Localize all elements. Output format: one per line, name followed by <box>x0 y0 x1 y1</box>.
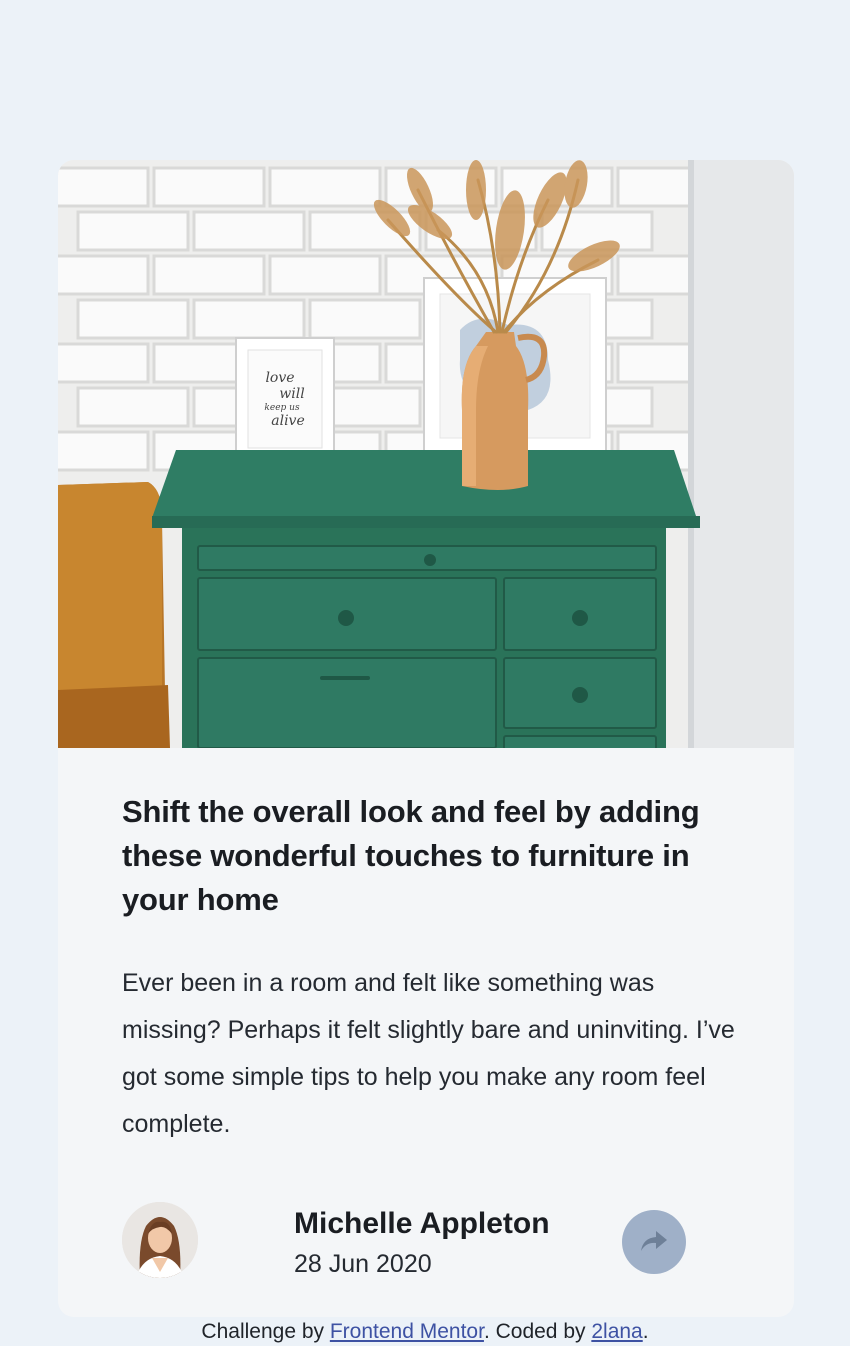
article-card: love will keep us alive Shift the overal… <box>58 160 794 1317</box>
share-button[interactable] <box>622 1210 686 1274</box>
publish-date: 28 Jun 2020 <box>294 1250 432 1278</box>
svg-text:alive: alive <box>271 413 305 429</box>
hero-image: love will keep us alive <box>58 160 794 748</box>
frontend-mentor-link[interactable]: Frontend Mentor <box>330 1320 484 1343</box>
share-icon <box>640 1229 668 1256</box>
author-avatar <box>122 1202 198 1278</box>
author-link[interactable]: 2lana <box>591 1320 642 1343</box>
svg-text:keep us: keep us <box>264 403 300 413</box>
article-description: Ever been in a room and felt like someth… <box>122 969 735 1138</box>
article-content: Shift the overall look and feel by addin… <box>122 790 742 1148</box>
svg-text:love: love <box>265 370 294 386</box>
attribution: Challenge by Frontend Mentor. Coded by 2… <box>0 1320 850 1344</box>
author-name: Michelle Appleton <box>294 1207 550 1240</box>
author-section: Michelle Appleton 28 Jun 2020 <box>122 1202 722 1282</box>
svg-text:will: will <box>279 386 304 402</box>
attribution-suffix: . <box>642 1320 649 1343</box>
article-title: Shift the overall look and feel by addin… <box>122 794 700 917</box>
attribution-middle: . Coded by <box>483 1320 592 1343</box>
attribution-prefix: Challenge by <box>201 1320 330 1343</box>
